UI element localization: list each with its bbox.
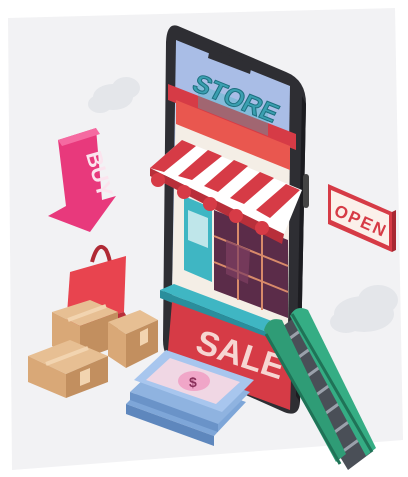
- online-store-illustration: STORE SALE OPEN BUY $: [0, 0, 408, 477]
- side-button: [303, 174, 309, 208]
- coin-symbol: $: [189, 374, 197, 390]
